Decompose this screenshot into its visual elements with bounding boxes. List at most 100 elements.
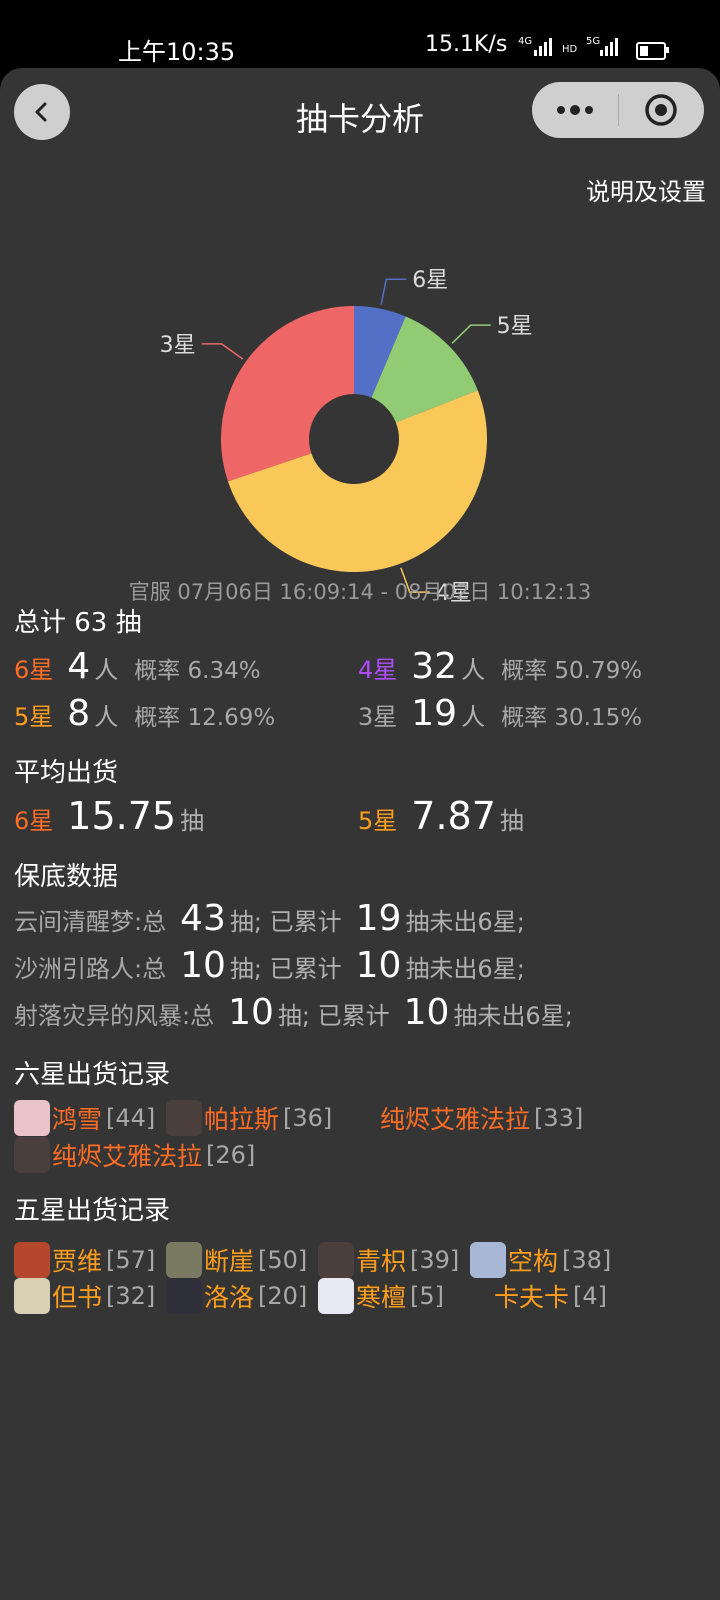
pity-title: 保底数据 [14, 862, 119, 892]
operator-avatar [166, 1278, 202, 1314]
pity-tail: 抽未出6星; [453, 1002, 573, 1030]
pity-tail: 抽未出6星; [405, 955, 525, 983]
operator-avatar [14, 1100, 50, 1136]
pie-label-3: 3星 [160, 333, 196, 358]
pity-mid: 抽; 已累计 [277, 1002, 390, 1030]
five-star-record[interactable]: 空构 [38] [470, 1240, 611, 1280]
pity-total: 43 [180, 898, 226, 939]
pity-mid: 抽; 已累计 [229, 955, 342, 983]
target-icon [645, 94, 677, 126]
pity-accumulated: 10 [403, 992, 450, 1033]
operator-avatar [14, 1242, 50, 1278]
operator-avatar [318, 1242, 354, 1278]
pull-count: [44] [106, 1104, 156, 1132]
pull-count: [33] [534, 1104, 584, 1132]
pull-count: [36] [283, 1104, 333, 1132]
five-star-record[interactable]: 寒檀 [5] [318, 1276, 444, 1316]
operator-avatar [14, 1137, 50, 1173]
pull-count: [20] [258, 1282, 308, 1310]
five-star-record[interactable]: 卡夫卡 [4] [456, 1276, 607, 1316]
average-value: 7.87 [411, 794, 496, 838]
five-star-record[interactable]: 断崖 [50] [166, 1240, 307, 1280]
operator-name: 帕拉斯 [204, 1105, 280, 1134]
pie-leader-line-3 [201, 343, 244, 360]
pull-count: [26] [206, 1141, 256, 1169]
operator-name: 洛洛 [204, 1283, 255, 1312]
unit-label: 人 [94, 656, 119, 684]
pull-count: [57] [106, 1246, 156, 1274]
pull-count: [32] [106, 1282, 156, 1310]
six-star-record[interactable]: 帕拉斯 [36] [166, 1098, 332, 1138]
unit-label: 人 [461, 703, 486, 731]
pity-mid: 抽; 已累计 [229, 908, 342, 936]
pull-count: [50] [258, 1246, 308, 1274]
stat-row-6star: 6星 4 人 概率 6.34% [14, 646, 261, 687]
operator-avatar [456, 1278, 492, 1314]
average-title: 平均出货 [14, 758, 119, 788]
rate-value: 概率 12.69% [134, 705, 276, 731]
miniapp-capsule [532, 82, 704, 138]
star-count: 32 [411, 646, 458, 687]
hd-label: HD [562, 44, 578, 55]
total-count: 总计 63 抽 [14, 608, 142, 638]
star-label: 6星 [14, 656, 54, 684]
five-star-records-title: 五星出货记录 [14, 1196, 171, 1226]
unit-label: 人 [94, 703, 119, 731]
pity-total: 10 [180, 945, 226, 986]
five-star-record[interactable]: 但书 [32] [14, 1276, 155, 1316]
operator-name: 空构 [508, 1247, 559, 1276]
operator-name: 寒檀 [356, 1283, 407, 1312]
pie-label-0: 6星 [412, 268, 448, 293]
pity-row: 沙洲引路人:总 10 抽; 已累计 10 抽未出6星; [14, 945, 525, 986]
five-star-record[interactable]: 贾维 [57] [14, 1240, 155, 1280]
operator-name: 贾维 [52, 1247, 103, 1276]
operator-name: 断崖 [204, 1247, 255, 1276]
operator-avatar [318, 1278, 354, 1314]
six-star-record[interactable]: 纯烬艾雅法拉 [26] [14, 1135, 255, 1175]
average-5star: 5星 7.87 抽 [358, 794, 524, 838]
pull-count: [5] [410, 1282, 445, 1310]
unit-label: 抽 [499, 807, 524, 835]
six-star-records-title: 六星出货记录 [14, 1060, 171, 1090]
rate-value: 概率 50.79% [501, 658, 643, 684]
network-speed: 15.1K/s [425, 32, 508, 57]
stat-row-3star: 3星 19 人 概率 30.15% [358, 693, 643, 734]
operator-name: 纯烬艾雅法拉 [380, 1105, 531, 1134]
operator-name: 卡夫卡 [494, 1283, 570, 1312]
pie-leader-line-1 [451, 324, 491, 344]
app-container: 抽卡分析 说明及设置 6星 5星 4星 3星 官服 07月06日 16:09:14 -… [0, 68, 720, 1600]
operator-avatar [166, 1100, 202, 1136]
rate-value: 概率 6.34% [134, 658, 261, 684]
rate-value: 概率 30.15% [501, 705, 643, 731]
average-6star: 6星 15.75 抽 [14, 794, 204, 838]
banner-name: 沙洲引路人:总 [14, 955, 167, 983]
star-count: 19 [411, 693, 458, 734]
star-label: 5星 [358, 807, 398, 835]
star-label: 4星 [358, 656, 398, 684]
sim1-label: 4G [518, 36, 533, 47]
pull-count: [4] [573, 1282, 608, 1310]
pie-label-1: 5星 [497, 314, 533, 339]
more-button[interactable] [532, 82, 618, 138]
status-time: 上午10:35 [118, 38, 236, 66]
stat-row-5star: 5星 8 人 概率 12.69% [14, 693, 276, 734]
operator-name: 但书 [52, 1283, 103, 1312]
pull-count: [38] [562, 1246, 612, 1274]
six-star-record[interactable]: 鸿雪 [44] [14, 1098, 155, 1138]
banner-name: 云间清醒梦:总 [14, 908, 167, 936]
close-miniapp-button[interactable] [619, 82, 705, 138]
five-star-record[interactable]: 洛洛 [20] [166, 1276, 307, 1316]
banner-name: 射落灾异的风暴:总 [14, 1002, 215, 1030]
pity-accumulated: 10 [355, 945, 402, 986]
five-star-record[interactable]: 青枳 [39] [318, 1240, 459, 1280]
pie-chart-svg: 6星5星4星3星 [160, 268, 533, 606]
star-label: 3星 [358, 703, 398, 731]
six-star-record[interactable]: 纯烬艾雅法拉 [33] [342, 1098, 583, 1138]
pity-accumulated: 19 [355, 898, 402, 939]
operator-avatar [470, 1242, 506, 1278]
pity-row: 云间清醒梦:总 43 抽; 已累计 19 抽未出6星; [14, 898, 525, 939]
pie-slice-3[interactable] [220, 306, 354, 482]
average-value: 15.75 [67, 794, 177, 838]
pity-total: 10 [228, 992, 274, 1033]
settings-link[interactable]: 说明及设置 [586, 172, 706, 207]
